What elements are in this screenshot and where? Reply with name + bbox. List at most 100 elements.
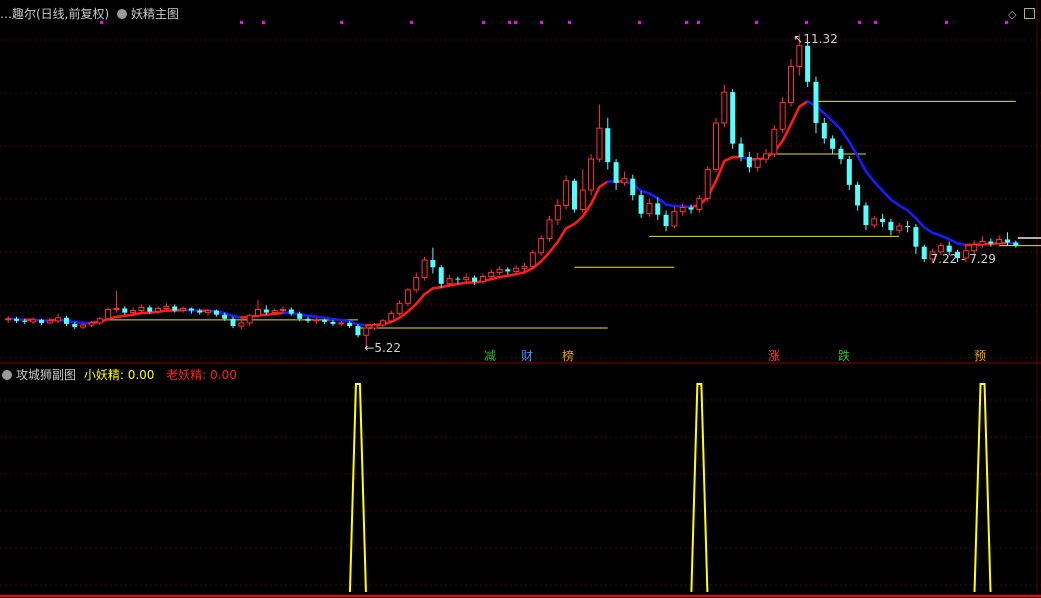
candle-body-down <box>263 309 269 313</box>
candle-body-up <box>80 324 87 328</box>
close-panel-icon[interactable] <box>1024 8 1036 19</box>
ma-segment <box>798 99 809 109</box>
candle-body-down <box>330 321 336 324</box>
top-marker <box>508 21 511 24</box>
indicator-toggle-icon[interactable] <box>117 9 128 19</box>
candle-body-up <box>896 225 903 231</box>
candle-body-down <box>288 309 294 314</box>
top-marker <box>540 21 543 24</box>
ma-segment <box>922 226 934 235</box>
candle-body-down <box>738 143 744 158</box>
ma-segment <box>914 217 926 229</box>
ma-segment <box>548 240 560 254</box>
candle-body-up <box>5 318 12 321</box>
main-panel-header: …趣尔(日线,前复权) 妖精主图 <box>0 5 183 23</box>
candle-body-down <box>880 218 886 222</box>
ma-segment <box>931 231 943 237</box>
top-marker <box>410 21 413 24</box>
candle-body-up <box>388 313 395 322</box>
candle-body-up <box>529 252 536 267</box>
ma-segment <box>723 155 734 163</box>
candle-body-down <box>630 178 636 196</box>
ma-segment <box>864 170 876 184</box>
kline-chart-canvas[interactable] <box>0 0 1041 598</box>
candle-body-up <box>446 278 453 285</box>
ma-segment <box>639 189 651 195</box>
candle-body-up <box>88 322 95 326</box>
top-marker <box>482 21 485 24</box>
candle-body-up <box>413 277 420 291</box>
candle-body-up <box>621 178 628 184</box>
candle-body-up <box>554 204 561 221</box>
candle-body-up <box>279 309 286 312</box>
top-marker <box>685 21 688 24</box>
signal-label: 榜 <box>562 349 575 363</box>
candle-body-up <box>363 327 370 336</box>
candle-body-down <box>38 319 44 323</box>
candle-body-down <box>305 318 311 321</box>
candle-body-down <box>438 267 444 284</box>
top-marker <box>755 21 758 24</box>
candle-body-up <box>713 122 720 170</box>
candle-body-down <box>1013 242 1019 246</box>
ma-segment <box>889 198 901 207</box>
ma-segment <box>839 128 851 144</box>
candle-body-up <box>787 65 794 103</box>
candle-body-up <box>479 276 486 283</box>
ma-segment <box>939 234 951 241</box>
candle-body-down <box>863 205 869 226</box>
candle-body-up <box>205 310 212 314</box>
high-price-label: ↖11.32 <box>793 32 838 47</box>
candle-body-down <box>613 162 619 183</box>
candle-body-down <box>805 45 811 82</box>
signal-label: 预 <box>974 349 987 363</box>
candle-body-up <box>246 315 253 324</box>
candle-body-up <box>496 268 503 273</box>
candle-body-up <box>796 45 803 67</box>
candle-body-down <box>688 207 694 210</box>
candle-body-down <box>830 138 836 149</box>
main-indicator-name[interactable]: 妖精主图 <box>131 7 179 21</box>
ma-segment <box>947 237 959 245</box>
candle-body-down <box>988 241 994 244</box>
sub-indicator-name[interactable]: 攻城狮副图 <box>16 368 76 382</box>
candle-body-down <box>122 308 128 313</box>
top-marker <box>340 21 343 24</box>
candle-body-up <box>96 318 103 324</box>
ma-segment <box>789 105 801 126</box>
candle-body-up <box>671 211 678 227</box>
top-marker <box>638 21 641 24</box>
candle-body-down <box>888 221 894 231</box>
signal-label: 跌 <box>838 349 851 363</box>
kline-chart-window: …趣尔(日线,前复权) 妖精主图 攻城狮副图 小妖精: 0.00 老妖精: 0.… <box>0 0 1041 598</box>
candle-body-down <box>1005 239 1011 243</box>
ma-segment <box>564 222 576 230</box>
candle-body-up <box>754 158 761 168</box>
top-marker <box>874 21 877 24</box>
ma-segment <box>906 208 918 220</box>
top-marker <box>240 21 243 24</box>
ma-segment <box>897 204 909 212</box>
candle-body-up <box>371 324 378 329</box>
oscillator-spike <box>690 383 709 593</box>
oscillator-spike <box>348 383 367 593</box>
candle-body-down <box>455 278 461 280</box>
candle-body-up <box>979 241 986 246</box>
candle-body-up <box>721 91 728 124</box>
ma-segment <box>414 292 426 306</box>
top-marker <box>805 21 808 24</box>
series-value-xiaoyaojing: 0.00 <box>127 368 155 382</box>
candle-body-up <box>338 322 345 325</box>
candle-body-down <box>197 310 203 313</box>
candle-body-down <box>838 148 844 160</box>
candle-body-up <box>696 197 703 211</box>
sub-indicator-toggle-icon[interactable] <box>2 370 12 380</box>
candle-body-up <box>779 101 786 130</box>
oscillator-spike <box>973 383 992 593</box>
top-marker <box>514 21 517 24</box>
series-name-laoyaojing: 老妖精 <box>166 368 203 382</box>
maximize-icon[interactable]: ◇ <box>1008 8 1016 21</box>
ma-segment <box>573 215 585 226</box>
candle-body-up <box>588 158 595 191</box>
candle-body-down <box>746 157 752 168</box>
